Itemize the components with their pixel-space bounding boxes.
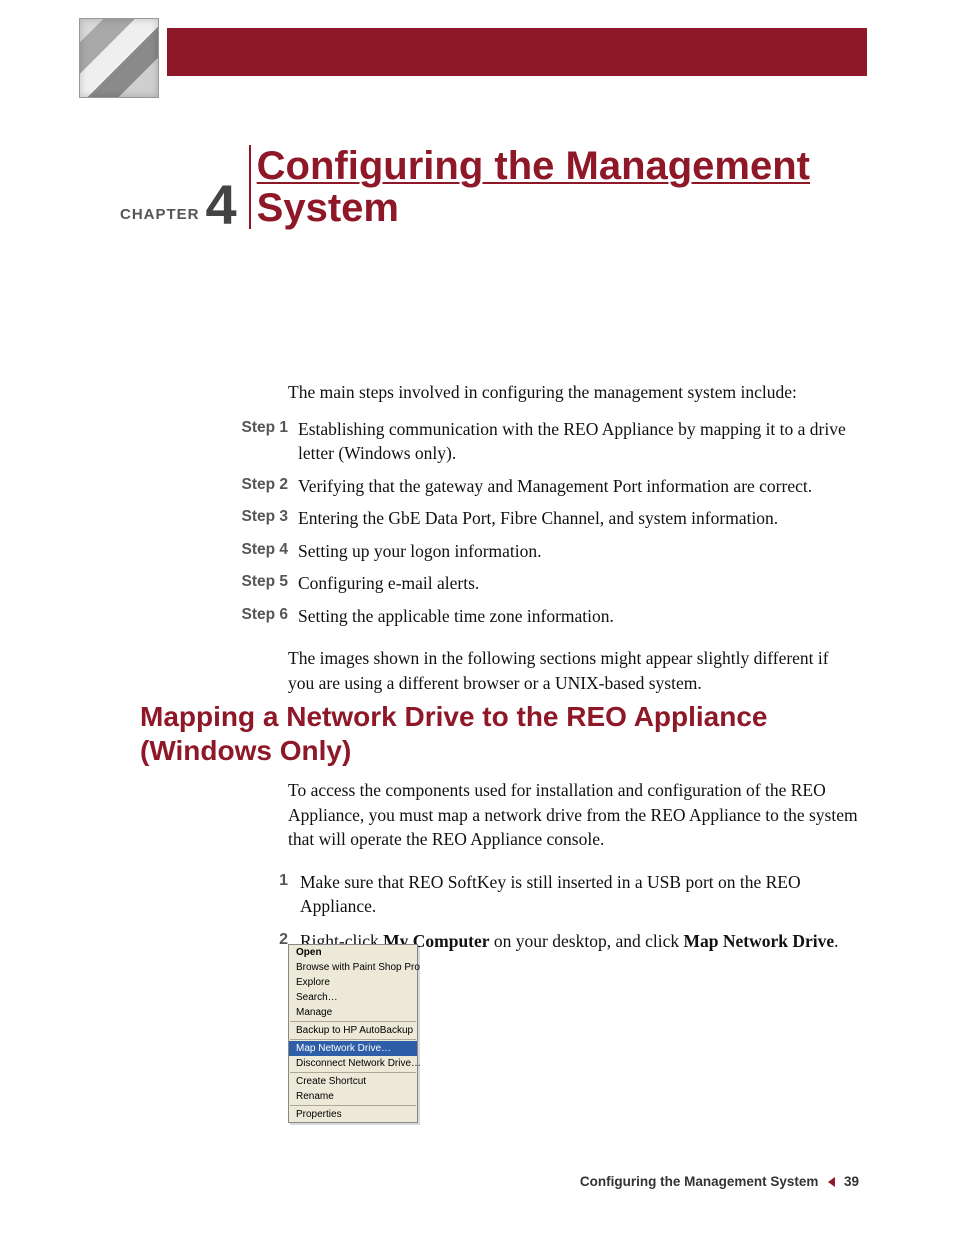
ctx-item-disconnect: Disconnect Network Drive… [289, 1056, 417, 1071]
chapter-thumbnail-image [79, 18, 159, 98]
step-label: Step 2 [230, 474, 298, 496]
step-row: Step 3 Entering the GbE Data Port, Fibre… [230, 506, 859, 531]
ctx-item-map-network-drive: Map Network Drive… [289, 1041, 417, 1056]
step-text: Configuring e-mail alerts. [298, 571, 859, 596]
chapter-title-line1: Configuring the Management [257, 145, 810, 187]
step-row: Step 2 Verifying that the gateway and Ma… [230, 474, 859, 499]
step-text: Setting the applicable time zone informa… [298, 604, 859, 629]
section-heading: Mapping a Network Drive to the REO Appli… [140, 700, 859, 767]
ctx-item-backup: Backup to HP AutoBackup [289, 1023, 417, 1038]
ctx-item-properties: Properties [289, 1107, 417, 1122]
step-row: Step 1 Establishing communication with t… [230, 417, 859, 466]
footer-title: Configuring the Management System [580, 1174, 819, 1189]
ctx-item-manage: Manage [289, 1005, 417, 1020]
ctx-item-rename: Rename [289, 1089, 417, 1104]
chapter-title-block: CHAPTER 4 Configuring the Management Sys… [120, 145, 864, 229]
intro-paragraph: The main steps involved in configuring t… [288, 380, 859, 405]
step-label: Step 4 [230, 539, 298, 561]
footer-page-number: 39 [844, 1174, 859, 1189]
step-label: Step 1 [230, 417, 298, 439]
text-fragment: on your desktop, and click [490, 931, 684, 951]
section-paragraph: To access the components used for instal… [288, 778, 859, 852]
ctx-separator [290, 1072, 416, 1073]
step-text: Entering the GbE Data Port, Fibre Channe… [298, 506, 859, 531]
note-paragraph: The images shown in the following sectio… [288, 646, 859, 695]
step-label: Step 3 [230, 506, 298, 528]
ctx-item-explore: Explore [289, 975, 417, 990]
step-row: Step 5 Configuring e-mail alerts. [230, 571, 859, 596]
ctx-item-shortcut: Create Shortcut [289, 1074, 417, 1089]
ctx-separator [290, 1039, 416, 1040]
chapter-divider [249, 145, 251, 229]
step-text: Establishing communication with the REO … [298, 417, 859, 466]
ctx-item-browse: Browse with Paint Shop Pro [289, 960, 417, 975]
list-number: 1 [230, 870, 300, 919]
section-body: To access the components used for instal… [230, 778, 859, 963]
body-content: The main steps involved in configuring t… [230, 380, 859, 695]
text-fragment: . [834, 931, 838, 951]
header-banner [167, 28, 867, 76]
ctx-item-search: Search… [289, 990, 417, 1005]
step-label: Step 5 [230, 571, 298, 593]
context-menu-screenshot: Open Browse with Paint Shop Pro Explore … [288, 944, 418, 1123]
ctx-separator [290, 1021, 416, 1022]
chapter-number: 4 [206, 181, 243, 229]
chapter-label: CHAPTER [120, 206, 200, 229]
triangle-icon [828, 1177, 835, 1187]
numbered-row: 1 Make sure that REO SoftKey is still in… [230, 870, 859, 919]
list-text: Make sure that REO SoftKey is still inse… [300, 870, 859, 919]
step-row: Step 4 Setting up your logon information… [230, 539, 859, 564]
ctx-separator [290, 1105, 416, 1106]
ctx-item-open: Open [289, 945, 417, 960]
step-text: Verifying that the gateway and Managemen… [298, 474, 859, 499]
step-text: Setting up your logon information. [298, 539, 859, 564]
chapter-title-line2: System [257, 187, 810, 229]
page-footer: Configuring the Management System 39 [0, 1174, 954, 1189]
step-label: Step 6 [230, 604, 298, 626]
step-row: Step 6 Setting the applicable time zone … [230, 604, 859, 629]
bold-text: Map Network Drive [683, 931, 834, 951]
